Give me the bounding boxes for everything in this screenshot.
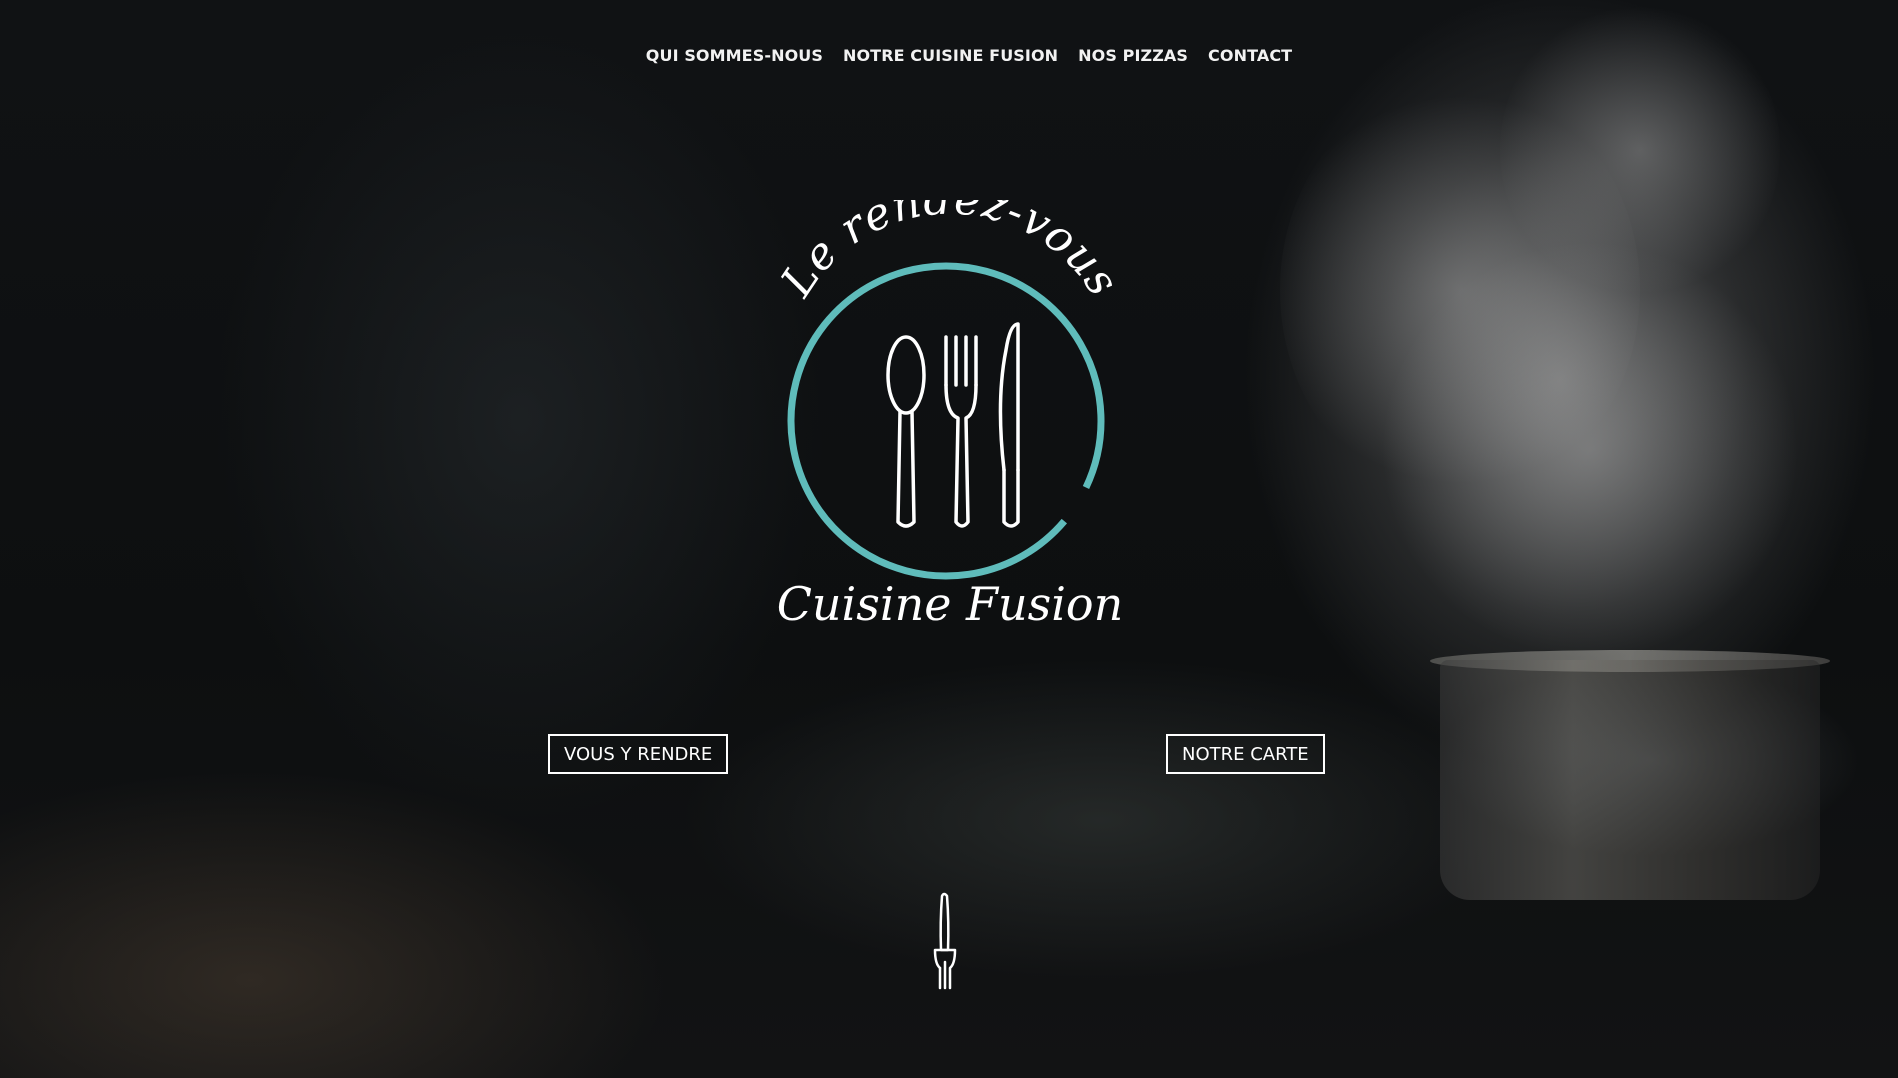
notre-carte-button[interactable]: NOTRE CARTE	[1166, 734, 1325, 774]
background-steam	[1500, 0, 1780, 300]
cutlery-icon	[886, 322, 1020, 528]
hero-section: QUI SOMMES-NOUS NOTRE CUISINE FUSION NOS…	[0, 0, 1898, 1078]
background-pot	[1440, 660, 1820, 900]
nav-item-qui-sommes-nous[interactable]: QUI SOMMES-NOUS	[646, 46, 823, 65]
background-steam	[1380, 240, 1800, 660]
logo-bottom-text: Cuisine Fusion	[777, 577, 1124, 631]
vous-y-rendre-button[interactable]: VOUS Y RENDRE	[548, 734, 729, 774]
nav-item-nos-pizzas[interactable]: NOS PIZZAS	[1078, 46, 1188, 65]
fork-icon[interactable]	[928, 892, 962, 992]
site-logo: Le rendez-vous Cuisine Fusion	[771, 200, 1129, 631]
logo-top-text: Le rendez-vous	[771, 200, 1129, 306]
nav-item-contact[interactable]: CONTACT	[1208, 46, 1292, 65]
main-navigation: QUI SOMMES-NOUS NOTRE CUISINE FUSION NOS…	[0, 46, 1898, 65]
nav-item-notre-cuisine-fusion[interactable]: NOTRE CUISINE FUSION	[843, 46, 1058, 65]
